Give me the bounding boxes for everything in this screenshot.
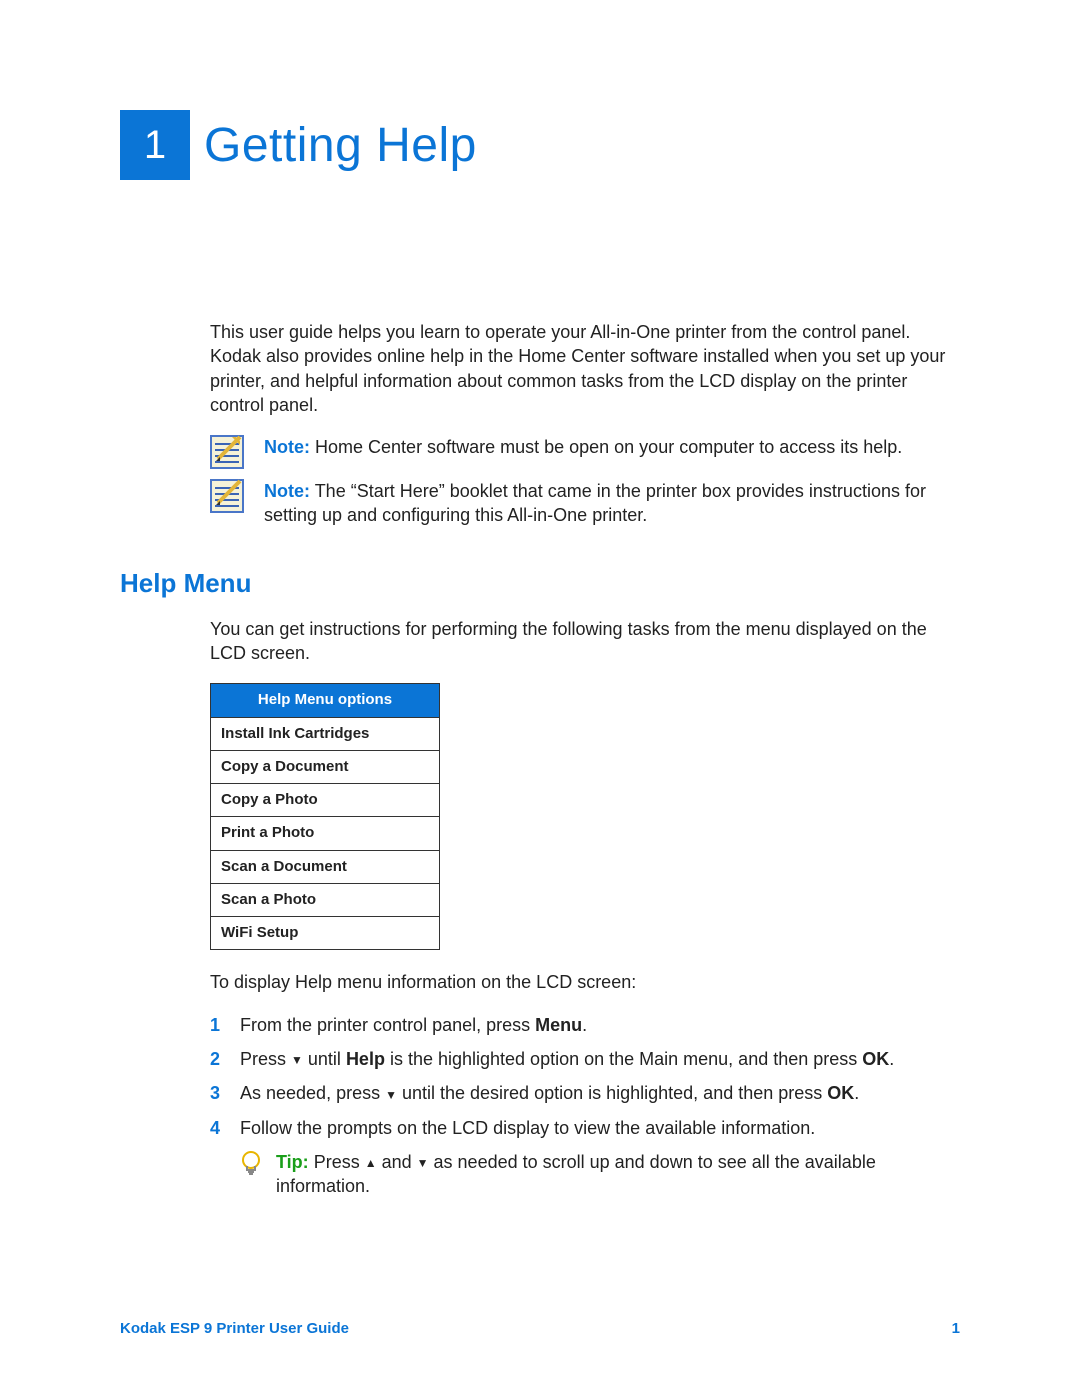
note-body: Home Center software must be open on you… <box>315 437 902 457</box>
body-column: This user guide helps you learn to opera… <box>210 320 960 528</box>
table-cell: Print a Photo <box>211 817 440 850</box>
table-cell: Copy a Photo <box>211 784 440 817</box>
note-text: Note: The “Start Here” booklet that came… <box>264 479 960 528</box>
table-cell: Copy a Document <box>211 750 440 783</box>
note-icon <box>210 435 244 469</box>
arrow-down-icon: ▼ <box>385 1089 397 1101</box>
step-text: As needed, press ▼ until the desired opt… <box>240 1081 960 1105</box>
step-bold2: OK <box>862 1049 889 1069</box>
footer-title: Kodak ESP 9 Printer User Guide <box>120 1320 349 1337</box>
step-number: 4 <box>210 1116 226 1140</box>
page: 1 Getting Help This user guide helps you… <box>0 0 1080 1397</box>
chapter-number-badge: 1 <box>120 110 190 180</box>
step-number: 1 <box>210 1013 226 1037</box>
step-item: 3 As needed, press ▼ until the desired op… <box>210 1081 960 1105</box>
help-menu-table: Help Menu options Install Ink Cartridges… <box>210 683 440 950</box>
section-intro: You can get instructions for performing … <box>210 617 960 666</box>
step-pre: From the printer control panel, press <box>240 1015 535 1035</box>
step-number: 2 <box>210 1047 226 1071</box>
note-row: Note: Home Center software must be open … <box>210 435 960 469</box>
table-row: Scan a Document <box>211 850 440 883</box>
step-post: . <box>889 1049 894 1069</box>
step-text: Press ▼ until Help is the highlighted op… <box>240 1047 960 1071</box>
arrow-up-icon: ▲ <box>365 1157 377 1169</box>
table-header: Help Menu options <box>211 684 440 717</box>
tip-label: Tip: <box>276 1152 309 1172</box>
step-bold: Menu <box>535 1015 582 1035</box>
step-post: . <box>854 1083 859 1103</box>
arrow-down-icon: ▼ <box>417 1157 429 1169</box>
step-pre: Press <box>240 1049 291 1069</box>
table-cell: Scan a Document <box>211 850 440 883</box>
table-cell: WiFi Setup <box>211 917 440 950</box>
lightbulb-icon <box>240 1150 262 1176</box>
steps-list: 1 From the printer control panel, press M… <box>210 1013 960 1140</box>
section-title: Help Menu <box>120 568 960 599</box>
step-mid2: is the highlighted option on the Main me… <box>385 1049 862 1069</box>
table-row: Copy a Photo <box>211 784 440 817</box>
table-cell: Install Ink Cartridges <box>211 717 440 750</box>
display-intro: To display Help menu information on the … <box>210 970 960 994</box>
arrow-down-icon: ▼ <box>291 1054 303 1066</box>
chapter-title: Getting Help <box>204 118 477 173</box>
footer-page-number: 1 <box>952 1320 960 1337</box>
table-row: Copy a Document <box>211 750 440 783</box>
note-row: Note: The “Start Here” booklet that came… <box>210 479 960 528</box>
tip-mid: and <box>377 1152 417 1172</box>
intro-paragraph: This user guide helps you learn to opera… <box>210 320 960 417</box>
table-cell: Scan a Photo <box>211 883 440 916</box>
section-body: You can get instructions for performing … <box>210 617 960 1199</box>
note-body: The “Start Here” booklet that came in th… <box>264 481 926 525</box>
table-row: Install Ink Cartridges <box>211 717 440 750</box>
step-mid: until <box>303 1049 346 1069</box>
table-row: Scan a Photo <box>211 883 440 916</box>
note-text: Note: Home Center software must be open … <box>264 435 960 459</box>
step-number: 3 <box>210 1081 226 1105</box>
tip-pre: Press <box>314 1152 365 1172</box>
step-bold: OK <box>827 1083 854 1103</box>
step-bold: Help <box>346 1049 385 1069</box>
step-text: Follow the prompts on the LCD display to… <box>240 1116 960 1140</box>
note-label: Note: <box>264 437 310 457</box>
tip-row: Tip: Press ▲ and ▼ as needed to scroll u… <box>240 1150 960 1199</box>
note-icon <box>210 479 244 513</box>
step-text: From the printer control panel, press Me… <box>240 1013 960 1037</box>
step-post: . <box>582 1015 587 1035</box>
step-pre: Follow the prompts on the LCD display to… <box>240 1118 815 1138</box>
chapter-heading: 1 Getting Help <box>120 110 960 180</box>
step-item: 1 From the printer control panel, press M… <box>210 1013 960 1037</box>
tip-text: Tip: Press ▲ and ▼ as needed to scroll u… <box>276 1150 960 1199</box>
step-pre: As needed, press <box>240 1083 385 1103</box>
step-mid: until the desired option is highlighted,… <box>397 1083 827 1103</box>
table-row: WiFi Setup <box>211 917 440 950</box>
page-footer: Kodak ESP 9 Printer User Guide 1 <box>120 1320 960 1337</box>
step-item: 4 Follow the prompts on the LCD display t… <box>210 1116 960 1140</box>
step-item: 2 Press ▼ until Help is the highlighted o… <box>210 1047 960 1071</box>
note-label: Note: <box>264 481 310 501</box>
table-row: Print a Photo <box>211 817 440 850</box>
